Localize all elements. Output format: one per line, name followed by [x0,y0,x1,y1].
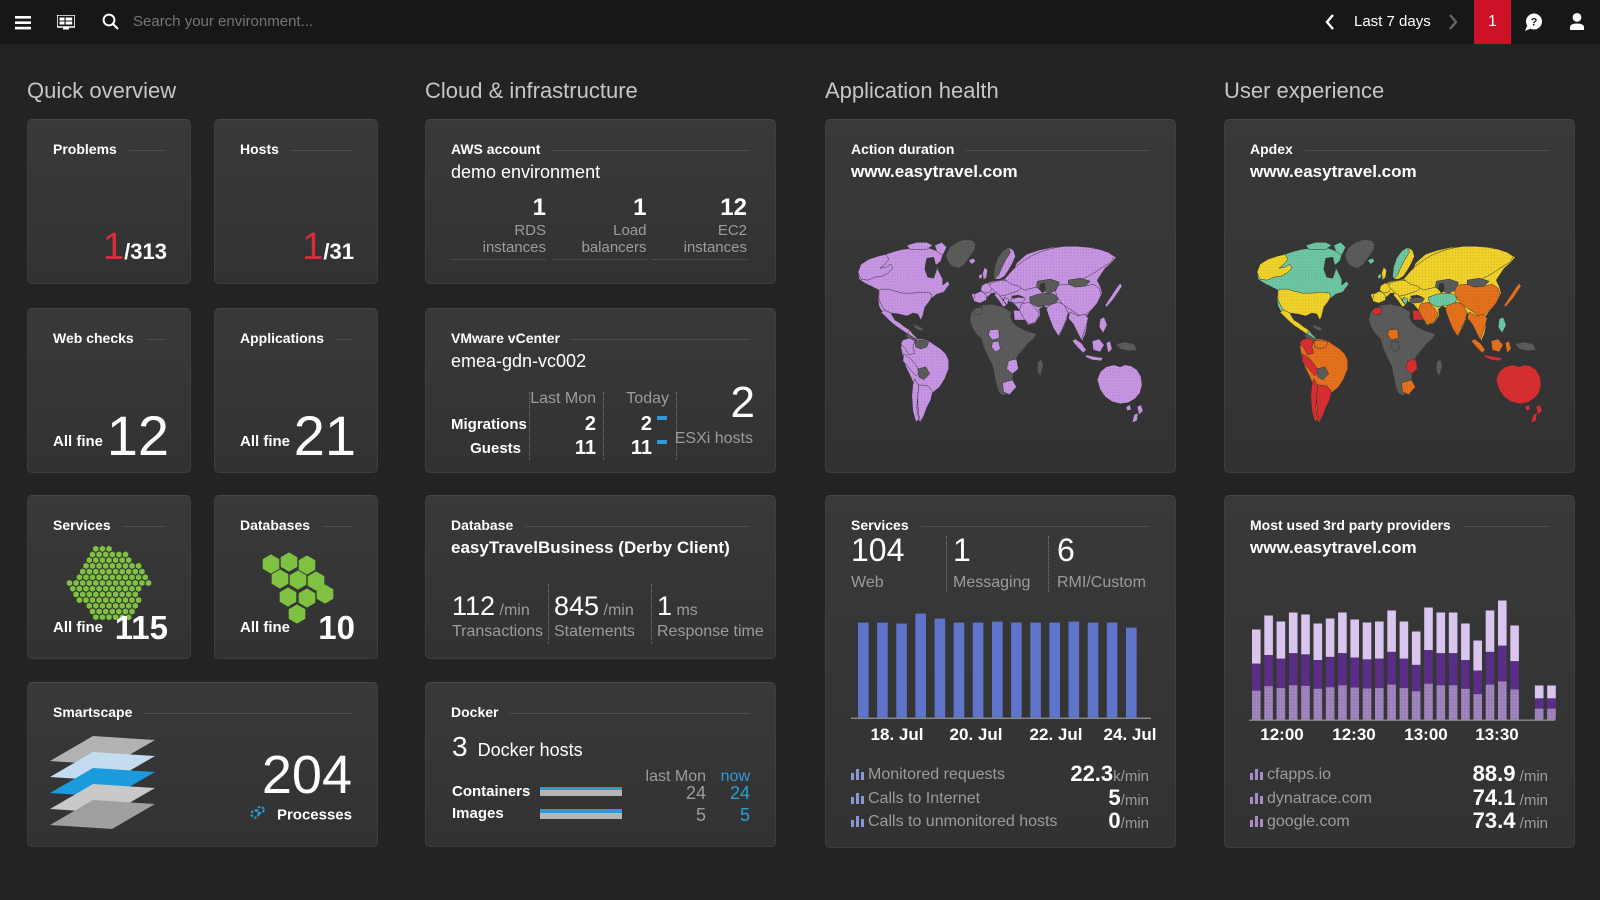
svg-text:?: ? [1531,17,1538,29]
